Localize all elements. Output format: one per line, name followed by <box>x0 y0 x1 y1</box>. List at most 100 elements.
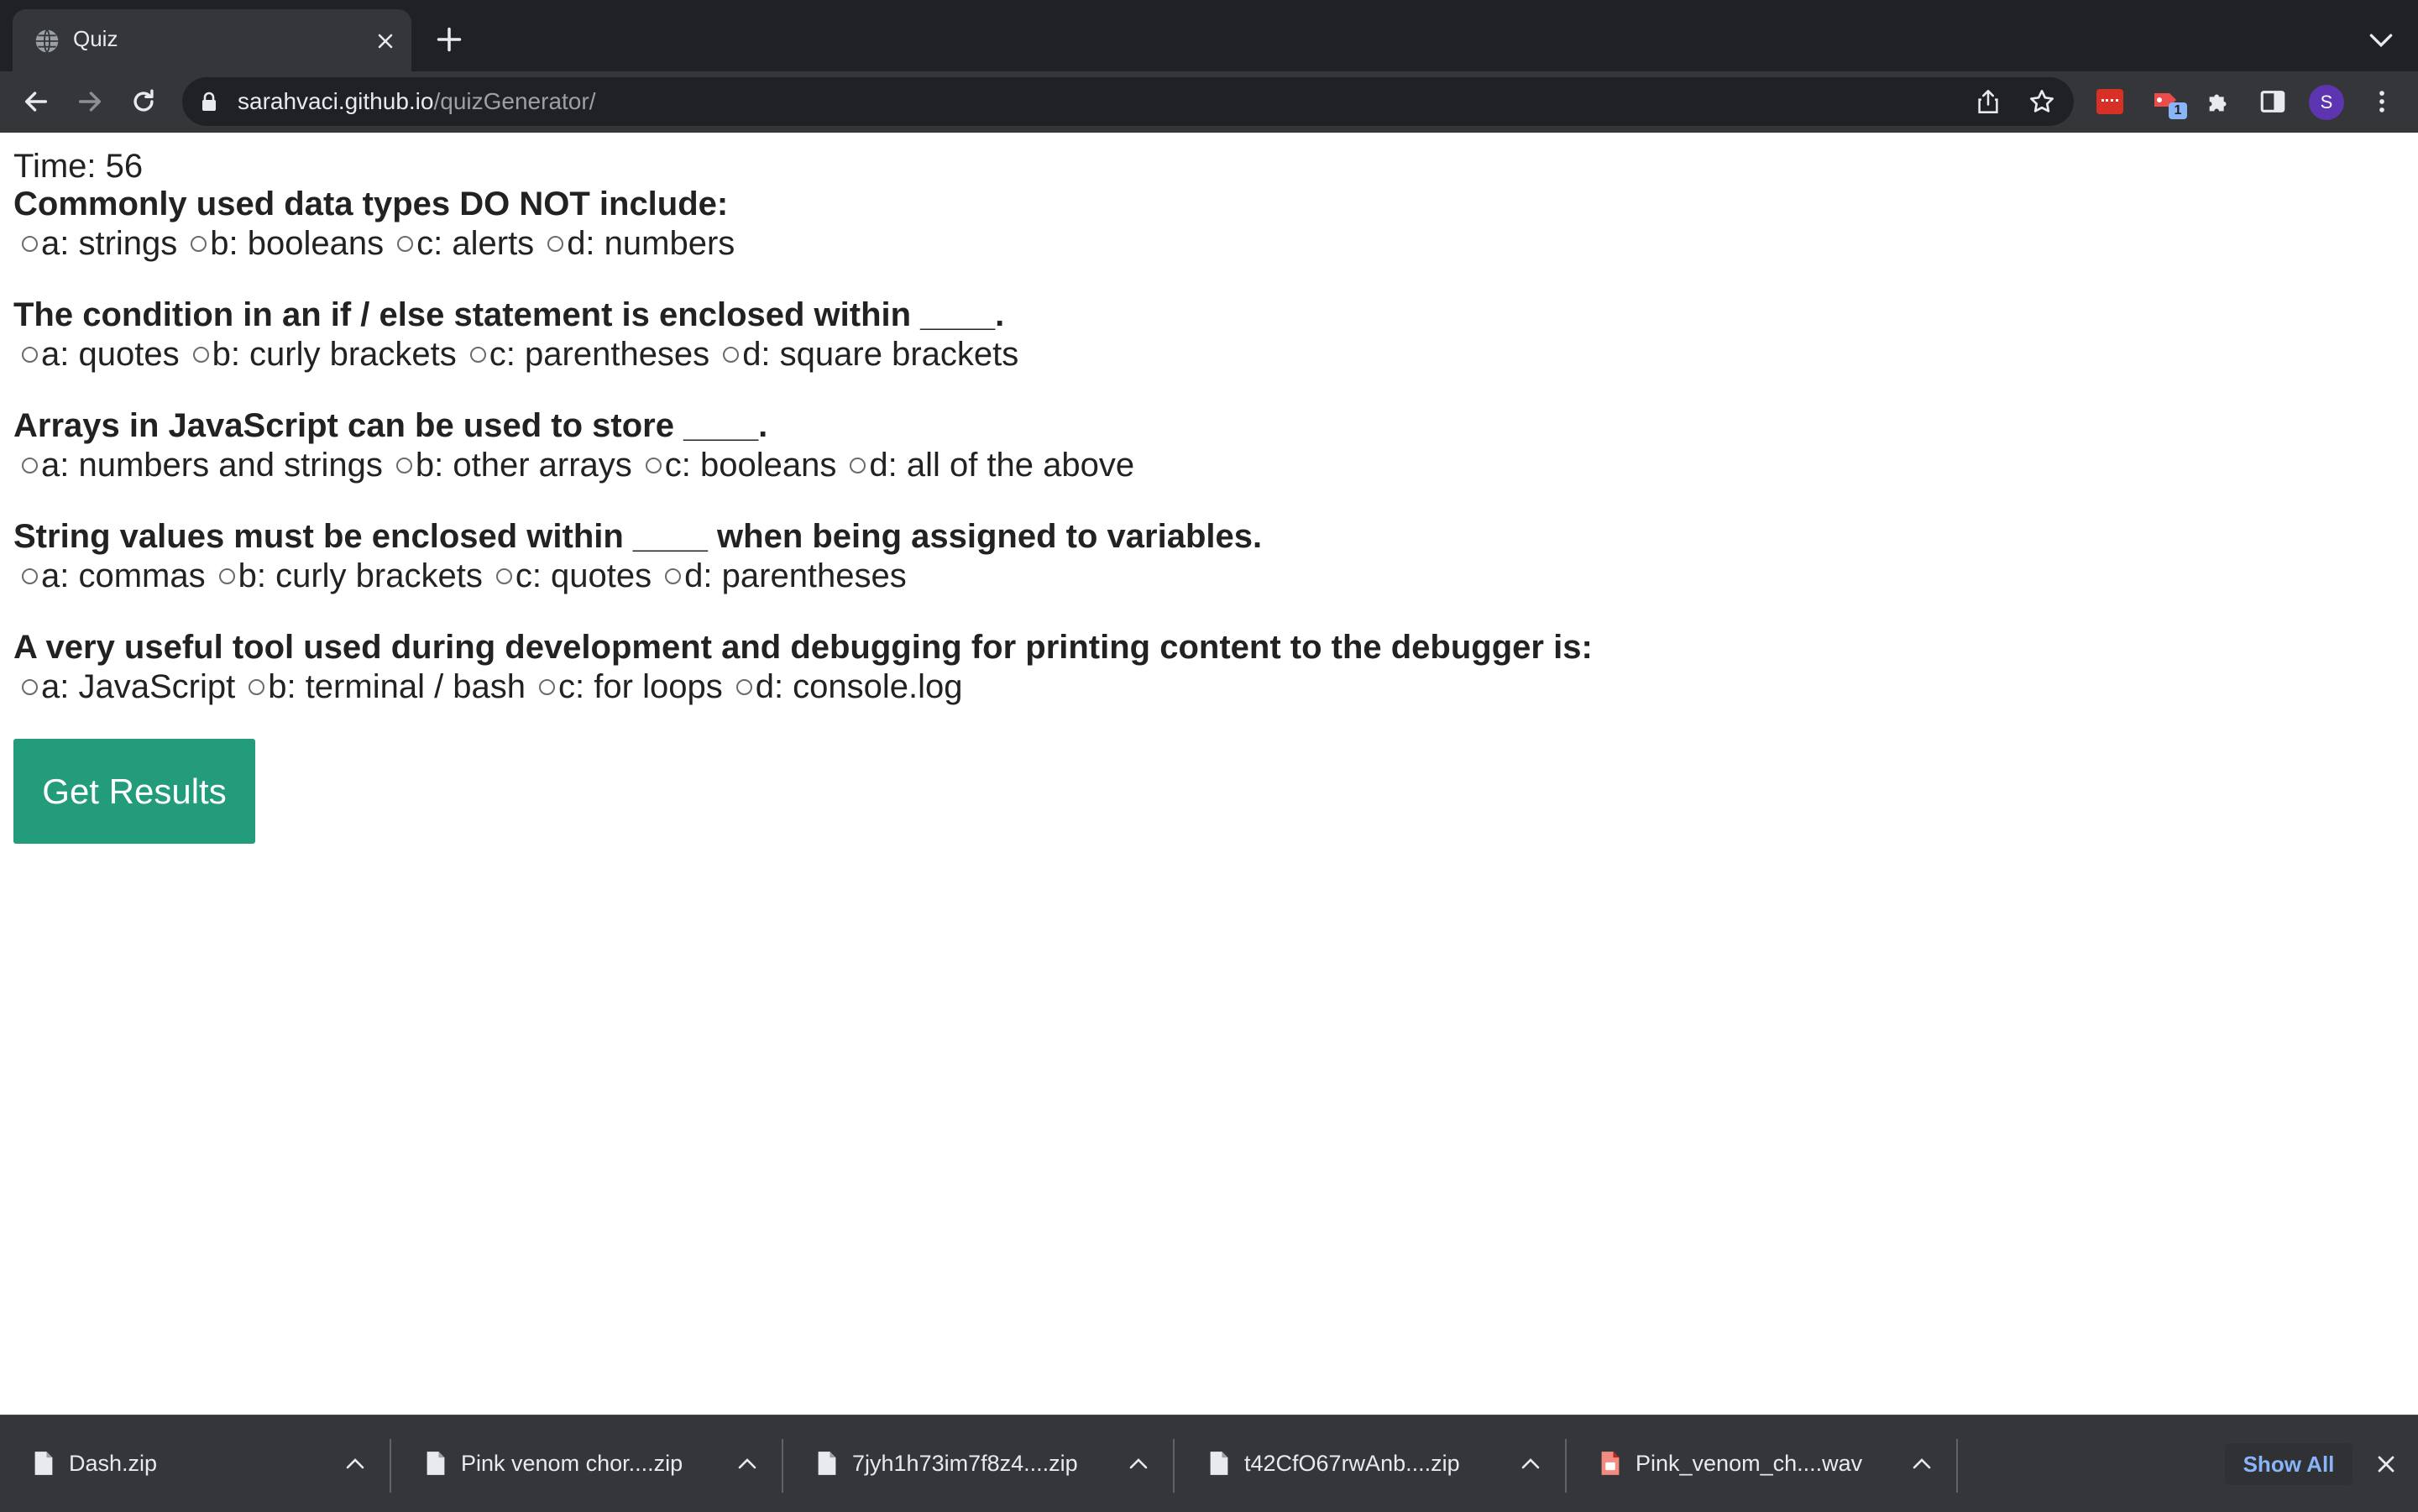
reload-icon[interactable] <box>129 87 158 116</box>
browser-tab-strip: Quiz <box>0 0 2418 71</box>
file-icon <box>34 1452 53 1475</box>
option-label: d: square brackets <box>742 336 1019 373</box>
extension-badge: 1 <box>2169 102 2187 119</box>
browser-tab-quiz[interactable]: Quiz <box>13 9 411 71</box>
option-label: b: other arrays <box>415 447 632 484</box>
divider <box>1956 1439 1958 1493</box>
option-d[interactable]: d: parentheses <box>657 556 907 596</box>
option-b[interactable]: b: other arrays <box>388 445 632 485</box>
share-icon[interactable] <box>1976 89 2000 114</box>
radio-button[interactable] <box>547 235 564 252</box>
download-item[interactable]: Pink venom chor....zip <box>392 1415 783 1512</box>
option-label: a: JavaScript <box>41 668 236 705</box>
option-d[interactable]: d: square brackets <box>714 334 1018 374</box>
chevron-up-icon[interactable] <box>346 1457 364 1469</box>
option-label: c: booleans <box>664 447 837 484</box>
option-a[interactable]: a: strings <box>13 223 177 264</box>
get-results-button[interactable]: Get Results <box>13 739 255 844</box>
file-icon <box>1210 1452 1228 1475</box>
option-a[interactable]: a: JavaScript <box>13 667 235 707</box>
option-c[interactable]: c: booleans <box>637 445 837 485</box>
radio-button[interactable] <box>22 568 38 584</box>
option-label: b: booleans <box>210 225 385 262</box>
download-filename: Dash.zip <box>69 1451 158 1476</box>
close-icon[interactable] <box>2376 1454 2396 1474</box>
option-d[interactable]: d: console.log <box>728 667 963 707</box>
bookmark-star-icon[interactable] <box>2028 88 2055 115</box>
radio-button[interactable] <box>723 346 740 363</box>
option-a[interactable]: a: numbers and strings <box>13 445 383 485</box>
file-icon <box>427 1452 445 1475</box>
option-c[interactable]: c: for loops <box>531 667 723 707</box>
new-tab-icon[interactable] <box>437 27 462 52</box>
show-all-downloads-button[interactable]: Show All <box>2225 1443 2353 1485</box>
radio-button[interactable] <box>495 568 512 584</box>
puzzle-extensions-icon[interactable] <box>2205 87 2233 116</box>
radio-button[interactable] <box>249 678 265 695</box>
question-4: String values must be enclosed within __… <box>13 517 1262 596</box>
option-c[interactable]: c: quotes <box>488 556 652 596</box>
chevron-down-icon[interactable] <box>2369 32 2393 49</box>
chevron-up-icon[interactable] <box>738 1457 756 1469</box>
close-tab-icon[interactable] <box>375 31 395 51</box>
globe-icon <box>35 29 59 53</box>
radio-button[interactable] <box>22 235 38 252</box>
radio-button[interactable] <box>191 235 207 252</box>
answer-options: a: commas b: curly brackets c: quotes d:… <box>13 556 1262 596</box>
radio-button[interactable] <box>192 346 209 363</box>
side-panel-icon[interactable] <box>2258 87 2287 116</box>
option-c[interactable]: c: alerts <box>389 223 534 264</box>
profile-avatar[interactable]: S <box>2309 85 2344 120</box>
option-label: b: curly brackets <box>212 336 457 373</box>
download-filename: Pink venom chor....zip <box>461 1451 683 1476</box>
timer: Time: 56 <box>13 148 144 185</box>
kebab-menu-icon[interactable] <box>2368 87 2396 116</box>
option-d[interactable]: d: numbers <box>539 223 735 264</box>
option-b[interactable]: b: booleans <box>182 223 384 264</box>
option-label: a: commas <box>41 557 206 594</box>
question-text: Arrays in JavaScript can be used to stor… <box>13 407 768 444</box>
chevron-up-icon[interactable] <box>1129 1457 1148 1469</box>
option-label: d: all of the above <box>869 447 1135 484</box>
radio-button[interactable] <box>850 457 866 473</box>
chevron-up-icon[interactable] <box>1913 1457 1931 1469</box>
radio-button[interactable] <box>735 678 752 695</box>
option-d[interactable]: d: all of the above <box>841 445 1134 485</box>
option-b[interactable]: b: terminal / bash <box>240 667 526 707</box>
download-filename: Pink_venom_ch....wav <box>1636 1451 1863 1476</box>
option-b[interactable]: b: curly brackets <box>211 556 483 596</box>
question-text: String values must be enclosed within __… <box>13 518 1263 555</box>
back-arrow-icon[interactable] <box>22 87 50 116</box>
chevron-up-icon[interactable] <box>1521 1457 1540 1469</box>
option-label: a: numbers and strings <box>41 447 383 484</box>
radio-button[interactable] <box>397 235 414 252</box>
download-item[interactable]: Dash.zip <box>0 1415 391 1512</box>
extension-red-icon[interactable] <box>2096 89 2123 114</box>
radio-button[interactable] <box>645 457 662 473</box>
option-a[interactable]: a: commas <box>13 556 206 596</box>
download-item[interactable]: 7jyh1h73im7f8z4....zip <box>783 1415 1175 1512</box>
radio-button[interactable] <box>469 346 486 363</box>
lock-icon[interactable] <box>201 92 217 112</box>
option-c[interactable]: c: parentheses <box>462 334 709 374</box>
answer-options: a: numbers and strings b: other arrays c… <box>13 445 1139 485</box>
radio-button[interactable] <box>22 346 38 363</box>
radio-button[interactable] <box>218 568 235 584</box>
radio-button[interactable] <box>395 457 412 473</box>
radio-button[interactable] <box>22 678 38 695</box>
radio-button[interactable] <box>539 678 556 695</box>
answer-options: a: JavaScript b: terminal / bash c: for … <box>13 667 1593 707</box>
option-label: d: numbers <box>567 225 735 262</box>
question-1: Commonly used data types DO NOT include:… <box>13 185 740 264</box>
download-item[interactable]: t42CfO67rwAnb....zip <box>1175 1415 1567 1512</box>
url-text[interactable]: sarahvaci.github.io/quizGenerator/ <box>238 88 595 115</box>
option-b[interactable]: b: curly brackets <box>185 334 457 374</box>
option-a[interactable]: a: quotes <box>13 334 180 374</box>
radio-button[interactable] <box>22 457 38 473</box>
question-3: Arrays in JavaScript can be used to stor… <box>13 406 1139 485</box>
address-bar[interactable]: sarahvaci.github.io/quizGenerator/ <box>182 77 2074 126</box>
forward-arrow-icon[interactable] <box>76 87 104 116</box>
radio-button[interactable] <box>665 568 682 584</box>
download-item[interactable]: Pink_venom_ch....wav <box>1567 1415 1958 1512</box>
download-filename: t42CfO67rwAnb....zip <box>1244 1451 1460 1476</box>
